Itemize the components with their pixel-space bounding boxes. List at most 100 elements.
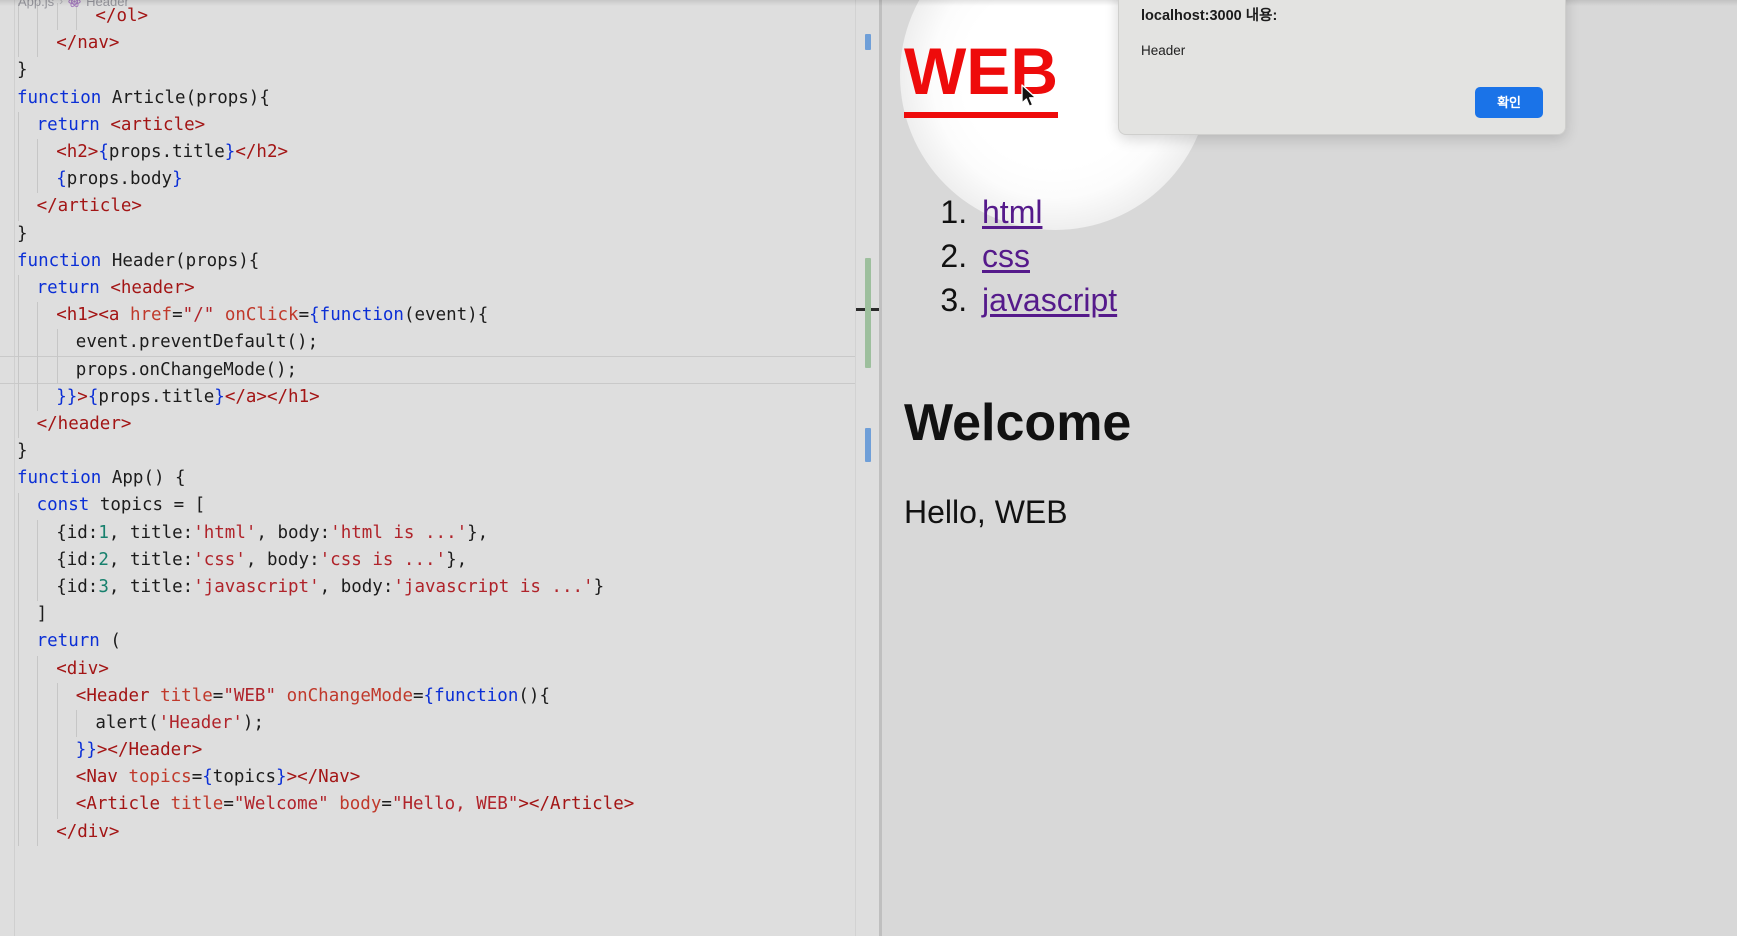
- code-line[interactable]: <Article title="Welcome" body="Hello, WE…: [0, 791, 882, 818]
- code-line[interactable]: function Article(props){: [0, 85, 882, 112]
- code-line[interactable]: </div>: [0, 819, 882, 846]
- code-line[interactable]: }: [0, 57, 882, 84]
- javascript-alert-dialog[interactable]: localhost:3000 내용: Header 확인: [1118, 0, 1566, 135]
- code-token: </header>: [36, 413, 132, 434]
- code-editor-pane[interactable]: App.js › Header </ol> </nav>} function Art…: [0, 0, 882, 936]
- code-line[interactable]: <Nav topics={topics}></Nav>: [0, 764, 882, 791]
- browser-preview-pane[interactable]: WEB html css javascript Welcome He: [882, 0, 1737, 936]
- code-token: props.title: [98, 386, 215, 407]
- code-token: function: [17, 87, 102, 108]
- code-token: 'Header': [158, 712, 243, 733]
- code-line[interactable]: ]: [0, 601, 882, 628]
- code-token: return: [36, 114, 100, 135]
- code-token: Header(props){: [101, 250, 260, 271]
- code-line[interactable]: {id:1, title:'html', body:'html is ...'}…: [0, 520, 882, 547]
- code-token: }: [593, 576, 605, 597]
- code-line[interactable]: function Header(props){: [0, 248, 882, 275]
- code-line[interactable]: </header>: [0, 411, 882, 438]
- code-line[interactable]: event.preventDefault();: [0, 329, 882, 356]
- alert-confirm-button[interactable]: 확인: [1475, 87, 1543, 118]
- code-token: Article(props){: [101, 87, 270, 108]
- code-token: }}: [75, 740, 97, 761]
- topic-link-css[interactable]: css: [982, 238, 1030, 274]
- code-token: topics: [128, 767, 192, 788]
- code-line[interactable]: props.onChangeMode();: [0, 356, 882, 384]
- page-title: WEB: [904, 34, 1058, 118]
- code-token: }: [17, 223, 28, 244]
- alert-message: Header: [1141, 43, 1186, 58]
- code-line[interactable]: </nav>: [0, 30, 882, 57]
- code-token: </h2>: [235, 141, 289, 162]
- topic-link-javascript[interactable]: javascript: [982, 282, 1117, 318]
- code-token: {: [309, 305, 320, 326]
- code-token: =: [298, 305, 310, 326]
- code-line[interactable]: return <header>: [0, 275, 882, 302]
- code-line[interactable]: {id:2, title:'css', body:'css is ...'},: [0, 547, 882, 574]
- react-component-icon: [68, 0, 81, 8]
- site-title-link[interactable]: WEB: [904, 34, 1058, 118]
- breadcrumb[interactable]: App.js › Header: [18, 0, 129, 10]
- code-line[interactable]: </article>: [0, 193, 882, 220]
- code-token: </a></h1>: [224, 386, 320, 407]
- code-token: 'html is ...': [330, 522, 468, 543]
- code-token: }: [17, 60, 28, 81]
- code-line[interactable]: const topics = [: [0, 492, 882, 519]
- pane-divider[interactable]: [879, 0, 882, 936]
- code-line[interactable]: <h1><a href="/" onClick={function(event)…: [0, 302, 882, 329]
- code-line[interactable]: alert('Header');: [0, 710, 882, 737]
- code-line[interactable]: <Header title="WEB" onChangeMode={functi…: [0, 683, 882, 710]
- code-token: <Header: [75, 685, 161, 706]
- code-token: function: [434, 685, 519, 706]
- alert-origin-label: localhost:3000 내용:: [1141, 8, 1278, 24]
- code-line[interactable]: function App() {: [0, 465, 882, 492]
- code-line[interactable]: return (: [0, 628, 882, 655]
- code-line[interactable]: </ol>: [0, 3, 882, 30]
- code-token: title: [160, 685, 213, 706]
- code-token: title: [170, 794, 224, 815]
- code-token: <div>: [56, 658, 109, 679]
- code-token: <h2>: [56, 141, 99, 162]
- code-token: event.preventDefault();: [75, 332, 319, 353]
- code-line[interactable]: }: [0, 438, 882, 465]
- code-line[interactable]: <h2>{props.title}</h2>: [0, 139, 882, 166]
- code-token: ></Article>: [518, 794, 635, 815]
- code-token: =: [191, 767, 203, 788]
- code-token: "Hello, WEB": [391, 794, 519, 815]
- scroll-marker-modified-lines: [865, 258, 871, 368]
- code-token: 2: [98, 549, 109, 570]
- code-token: function: [17, 250, 102, 271]
- code-text-area[interactable]: </ol> </nav>} function Article(props){retu…: [0, 0, 882, 936]
- code-token: 'css': [193, 549, 246, 570]
- code-token: (: [99, 631, 121, 652]
- code-line[interactable]: {props.body}: [0, 166, 882, 193]
- code-token: {: [87, 386, 99, 407]
- code-token: }: [224, 141, 236, 162]
- code-line[interactable]: }: [0, 221, 882, 248]
- code-line[interactable]: {id:3, title:'javascript', body:'javascr…: [0, 574, 882, 601]
- code-token: function: [319, 305, 404, 326]
- list-item: javascript: [976, 278, 1324, 322]
- code-token: , title:: [108, 549, 194, 570]
- breadcrumb-symbol[interactable]: Header: [86, 0, 129, 9]
- code-line[interactable]: }}>{props.title}</a></h1>: [0, 384, 882, 411]
- editor-scroll-annotation-rail[interactable]: [855, 0, 882, 936]
- code-token: );: [242, 712, 264, 733]
- code-token: }}: [56, 386, 78, 407]
- code-line[interactable]: <div>: [0, 656, 882, 683]
- code-token: "WEB": [223, 685, 277, 706]
- code-token: },: [446, 549, 468, 570]
- code-token: 'html': [193, 522, 257, 543]
- code-token: onChangeMode: [286, 685, 413, 706]
- code-line[interactable]: return <article>: [0, 112, 882, 139]
- topic-nav: html css javascript: [904, 190, 1324, 322]
- code-line[interactable]: }}></Header>: [0, 737, 882, 764]
- topic-link-html[interactable]: html: [982, 194, 1042, 230]
- code-token: =: [413, 685, 424, 706]
- article: Welcome Hello, WEB: [904, 394, 1504, 531]
- article-body: Hello, WEB: [904, 494, 1068, 531]
- list-item: html: [976, 190, 1324, 234]
- code-token: </div>: [56, 821, 120, 842]
- breadcrumb-file[interactable]: App.js: [18, 0, 54, 9]
